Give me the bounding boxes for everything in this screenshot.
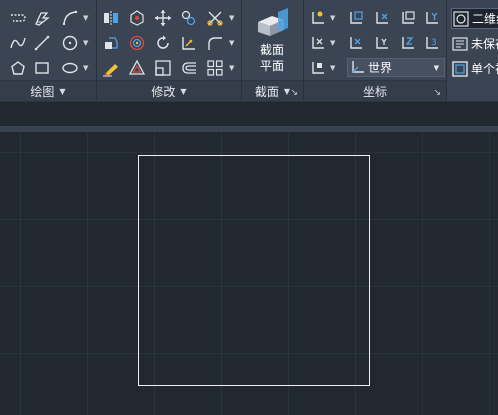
ucs-manager-icon[interactable]	[308, 58, 328, 78]
visual-style-value: 二维线框	[472, 12, 498, 26]
modify-panel: ▼ ▼ ▼ 修改 ▼	[97, 0, 242, 101]
stretch-icon[interactable]	[179, 33, 199, 53]
svg-text:3: 3	[431, 38, 437, 48]
polygon-icon[interactable]	[8, 58, 28, 78]
coordinates-panel-launcher-icon[interactable]: ↘	[433, 88, 441, 98]
trim-icon[interactable]	[205, 8, 225, 28]
viewport-config-value: 单个视口	[471, 62, 498, 76]
coordinates-panel: ▼ ▼ 3 ▼ 世界 ▼ 坐标 ↘	[304, 0, 447, 101]
rectangle-icon[interactable]	[32, 58, 52, 78]
named-view-select[interactable]: 未保存的视图	[451, 33, 498, 54]
ucs-named-icon[interactable]	[346, 8, 366, 28]
section-panel-title-label: 截面	[254, 84, 279, 99]
arc-dropdown-icon[interactable]: ▼	[83, 14, 88, 22]
modify-panel-title-label: 修改	[151, 84, 176, 99]
mirror-icon[interactable]	[101, 8, 121, 28]
coordinates-panel-title[interactable]: 坐标 ↘	[304, 80, 446, 101]
ucs-object-icon[interactable]	[346, 33, 366, 53]
ucs-select-value: 世界	[368, 61, 393, 75]
section-panel-launcher-icon[interactable]: ↘	[290, 88, 298, 98]
ucs-view-icon[interactable]	[398, 8, 418, 28]
ucs-dropdown-icon[interactable]: ▼	[330, 14, 335, 22]
3d-move-icon[interactable]	[127, 8, 147, 28]
fillet-icon[interactable]	[205, 33, 225, 53]
hatch-icon[interactable]	[32, 8, 52, 28]
section-plane-label-line1: 截面	[259, 43, 284, 57]
grid-array-icon[interactable]	[205, 58, 225, 78]
ucs-manager-dropdown-icon[interactable]: ▼	[330, 64, 335, 72]
ucs-origin-icon[interactable]	[308, 33, 328, 53]
section-panel-expand-icon: ▼	[283, 86, 291, 96]
arc-icon[interactable]	[60, 8, 80, 28]
circle-icon[interactable]	[60, 33, 80, 53]
offset-icon[interactable]	[179, 58, 199, 78]
ucs-select[interactable]: 世界 ▼	[347, 58, 445, 77]
section-panel: 截面 平面 截面 ▼ ↘	[242, 0, 304, 101]
ucs-origin-dropdown-icon[interactable]: ▼	[330, 39, 335, 47]
drawn-rectangle[interactable]	[138, 155, 370, 386]
section-plane-label-line2: 平面	[259, 59, 284, 73]
visual-style-select[interactable]: 二维线框	[451, 8, 498, 29]
erase-icon[interactable]	[101, 58, 121, 78]
copy-icon[interactable]	[179, 8, 199, 28]
ucs-3point-icon[interactable]: 3	[422, 33, 442, 53]
ucs-x-icon[interactable]	[372, 8, 392, 28]
ucs-face-icon[interactable]	[372, 33, 392, 53]
draw-panel-expand-icon: ▼	[59, 86, 66, 96]
visual-style-icon	[453, 10, 469, 27]
draw-panel-title-label: 绘图	[30, 84, 55, 99]
named-view-value: 未保存的视图	[471, 37, 498, 51]
ucs-icon[interactable]	[308, 8, 328, 28]
rotate-3d-icon[interactable]	[127, 33, 147, 53]
spline-icon[interactable]	[8, 33, 28, 53]
scale-icon[interactable]	[153, 58, 173, 78]
union-icon[interactable]	[101, 33, 121, 53]
section-panel-title[interactable]: 截面 ▼ ↘	[242, 80, 303, 101]
fillet-dropdown-icon[interactable]: ▼	[229, 39, 234, 47]
modify-panel-expand-icon: ▼	[180, 86, 187, 96]
coordinates-panel-title-label: 坐标	[362, 84, 387, 99]
rotate-icon[interactable]	[153, 33, 173, 53]
move-icon[interactable]	[153, 8, 173, 28]
ellipse-dropdown-icon[interactable]: ▼	[83, 64, 88, 72]
view-panel: 二维线框 未保存的视图 单个视口	[447, 0, 498, 101]
line-icon[interactable]	[32, 33, 52, 53]
ribbon: ▼ ▼ ▼ 绘图 ▼ ▼ ▼ ▼ 修改 ▼ 截面 平面 截面 ▼ ↘ ▼ ▼ 3…	[0, 0, 498, 102]
trim-dropdown-icon[interactable]: ▼	[229, 14, 234, 22]
ucs-world-icon	[352, 61, 364, 73]
ucs-z-icon[interactable]	[398, 33, 418, 53]
named-view-icon	[452, 36, 468, 51]
section-plane-button[interactable]: 截面 平面	[248, 8, 296, 78]
viewport-icon	[452, 60, 468, 77]
circle-dropdown-icon[interactable]: ▼	[83, 39, 88, 47]
modify-panel-title[interactable]: 修改 ▼	[97, 80, 241, 101]
polyline-icon[interactable]	[8, 8, 28, 28]
section-plane-icon	[258, 8, 288, 36]
ucs-select-arrow-icon: ▼	[433, 64, 439, 72]
ucs-y-icon[interactable]	[422, 8, 442, 28]
draw-panel: ▼ ▼ ▼ 绘图 ▼	[0, 0, 97, 101]
array-icon[interactable]	[127, 58, 147, 78]
ellipse-icon[interactable]	[60, 58, 80, 78]
draw-panel-title[interactable]: 绘图 ▼	[0, 80, 96, 101]
array-dropdown-icon[interactable]: ▼	[229, 64, 234, 72]
viewport-config-select[interactable]: 单个视口	[451, 58, 498, 79]
